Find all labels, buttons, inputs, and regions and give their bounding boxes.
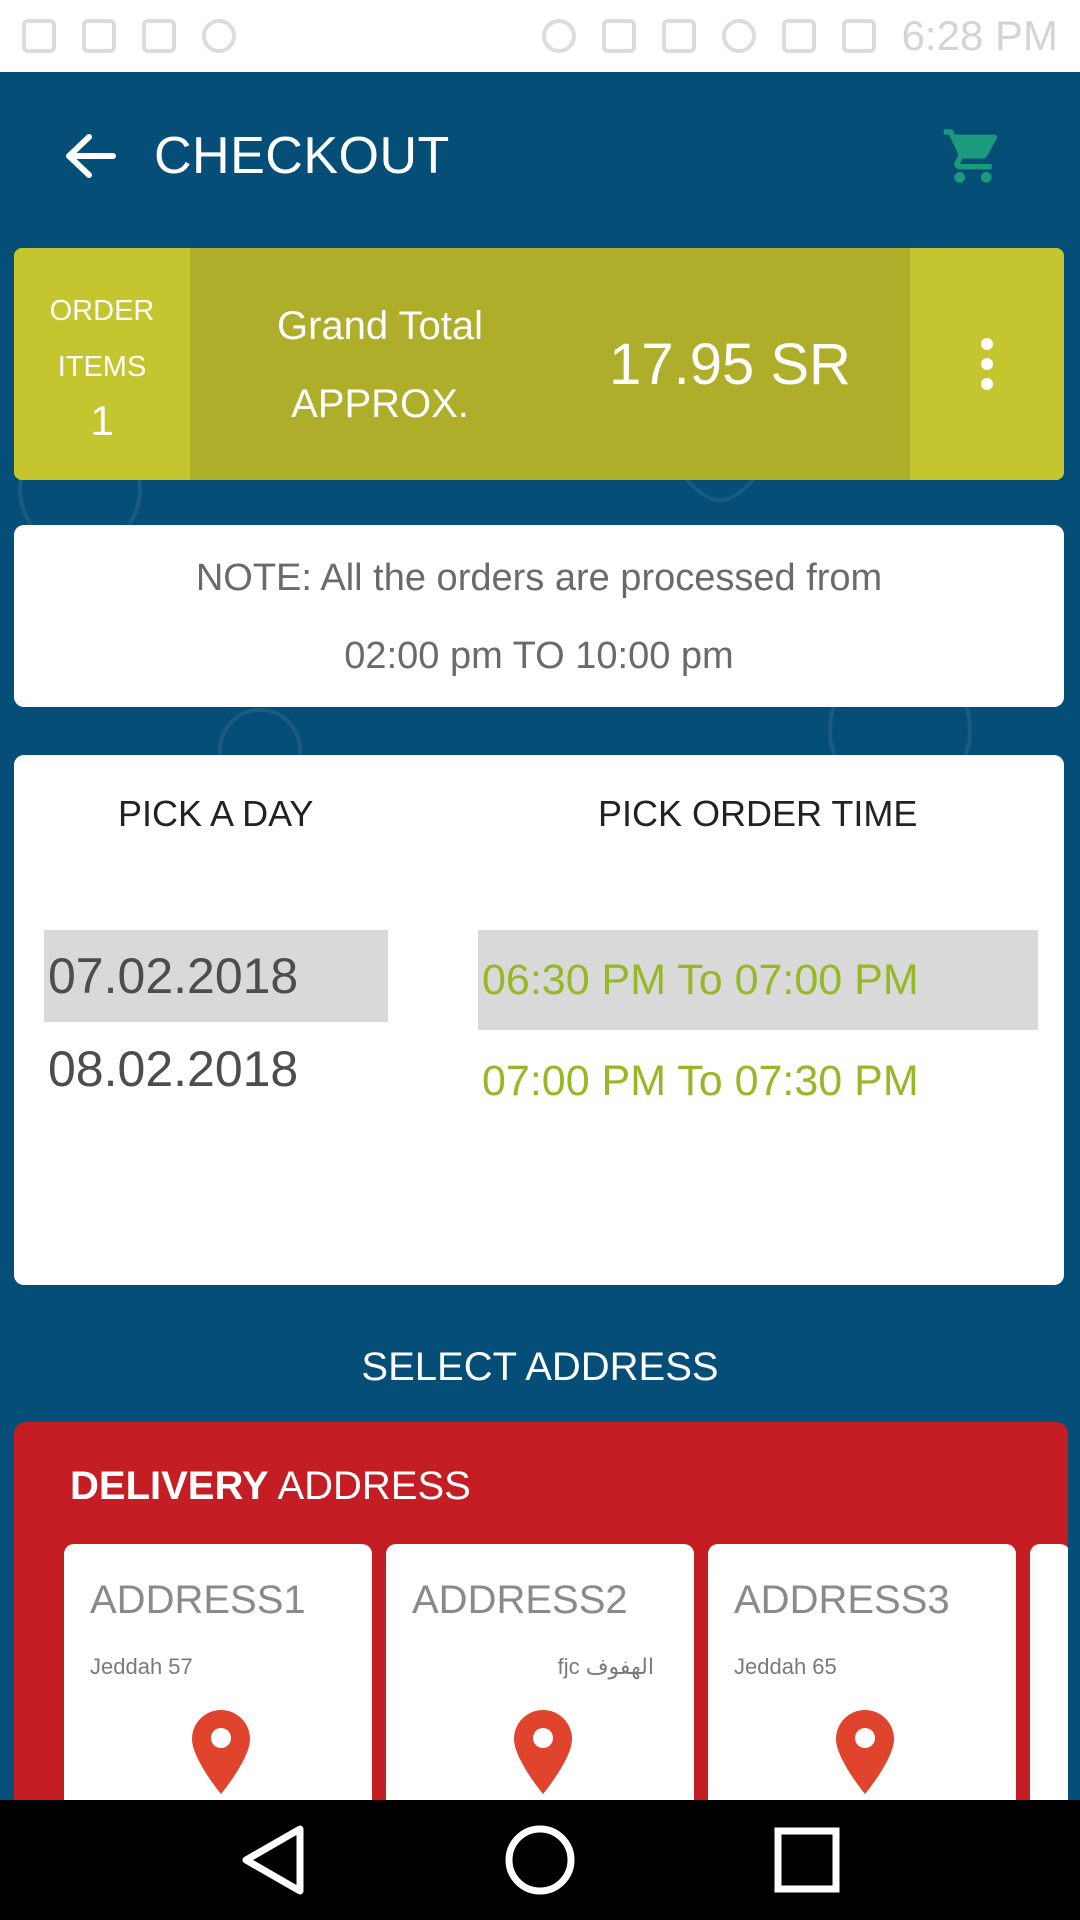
- address-detail: fjc الهفوف: [557, 1654, 654, 1679]
- vibrate-icon: [661, 19, 696, 53]
- status-system: 6:28 PM: [541, 12, 1058, 60]
- android-icon: [142, 19, 176, 53]
- circle-home-icon: [505, 1825, 575, 1895]
- more-vertical-icon: [981, 338, 993, 390]
- delivery-address-section: DELIVERY ADDRESS ADDRESS1 Jeddah 57 ADDR…: [14, 1422, 1068, 1802]
- location-pin-icon: [192, 1710, 250, 1794]
- alarm-icon: [541, 19, 576, 53]
- nav-home-button[interactable]: [490, 1810, 590, 1910]
- select-address-label: SELECT ADDRESS: [361, 1345, 719, 1389]
- address-card-1[interactable]: ADDRESS1 Jeddah 57: [64, 1544, 372, 1802]
- nav-recents-button[interactable]: [757, 1810, 857, 1910]
- nfc-icon: [601, 19, 636, 53]
- pick-time-heading: PICK ORDER TIME: [598, 793, 918, 834]
- usb-icon: [202, 19, 236, 53]
- arrow-left-icon: [66, 134, 116, 178]
- cart-icon: [943, 129, 998, 183]
- battery-icon: [841, 19, 876, 53]
- triangle-back-icon: [242, 1825, 304, 1895]
- time-option-selected[interactable]: 06:30 PM To 07:00 PM: [478, 930, 1038, 1030]
- day-option[interactable]: 08.02.2018: [44, 1023, 388, 1115]
- grand-total-label: Grand Total: [276, 304, 484, 348]
- location-pin-icon: [514, 1710, 572, 1794]
- carrier-icon: [82, 19, 116, 53]
- page-title: CHECKOUT: [154, 127, 450, 185]
- grand-total-box: Grand Total APPROX. 17.95 SR: [190, 248, 910, 480]
- location-pin-icon: [836, 1710, 894, 1794]
- back-button[interactable]: [60, 126, 120, 186]
- note-line-1: NOTE: All the orders are processed from: [195, 557, 883, 599]
- order-items-count: 1: [90, 397, 114, 444]
- note-line-2: 02:00 pm TO 10:00 pm: [344, 635, 734, 677]
- schedule-picker: PICK A DAY PICK ORDER TIME 07.02.2018 08…: [14, 755, 1064, 1285]
- app-bar: CHECKOUT: [0, 72, 1080, 240]
- address-detail: Jeddah 65: [734, 1654, 837, 1679]
- address-card-3[interactable]: ADDRESS3 Jeddah 65: [708, 1544, 1016, 1802]
- pick-day-heading: PICK A DAY: [118, 793, 314, 834]
- square-recents-icon: [774, 1827, 840, 1893]
- order-items-label-2: ITEMS: [57, 351, 147, 383]
- order-items-box: ORDER ITEMS 1: [14, 248, 190, 480]
- day-option-selected[interactable]: 07.02.2018: [44, 930, 388, 1022]
- cart-button[interactable]: [938, 121, 1008, 191]
- signal-icon: [781, 19, 816, 53]
- address-name: ADDRESS2: [412, 1578, 628, 1622]
- address-name: ADDRESS1: [90, 1578, 306, 1622]
- wifi-icon: [721, 19, 756, 53]
- time-option[interactable]: 07:00 PM To 07:30 PM: [478, 1031, 1038, 1131]
- delivery-title-bold: DELIVERY: [70, 1464, 269, 1508]
- address-card-2[interactable]: ADDRESS2 fjc الهفوف: [386, 1544, 694, 1802]
- nav-back-button[interactable]: [223, 1810, 323, 1910]
- grand-total-value: 17.95 SR: [609, 331, 851, 397]
- status-clock: 6:28 PM: [901, 12, 1058, 59]
- gallery-icon: [22, 19, 56, 53]
- approx-label: APPROX.: [291, 382, 469, 426]
- status-notifications: [22, 19, 236, 53]
- delivery-title: DELIVERY ADDRESS: [70, 1464, 471, 1509]
- address-name: ADDRESS3: [734, 1578, 950, 1622]
- address-card-4-partial[interactable]: [1030, 1544, 1068, 1802]
- processing-note: NOTE: All the orders are processed from …: [14, 525, 1064, 707]
- order-items-label-1: ORDER: [49, 295, 155, 327]
- address-detail: Jeddah 57: [90, 1654, 193, 1679]
- status-bar: 6:28 PM: [0, 0, 1080, 72]
- order-summary: ORDER ITEMS 1 Grand Total APPROX. 17.95 …: [14, 248, 1064, 480]
- system-nav-bar: [0, 1800, 1080, 1920]
- more-options-button[interactable]: [910, 248, 1064, 480]
- delivery-title-rest: ADDRESS: [268, 1464, 471, 1508]
